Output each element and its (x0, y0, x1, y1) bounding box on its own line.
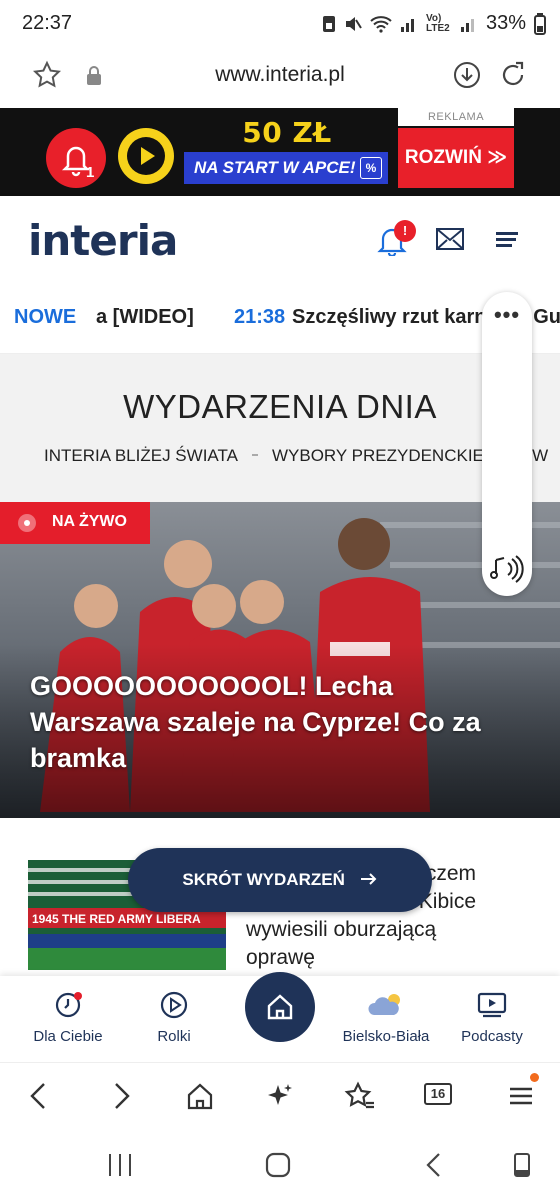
ticker-item[interactable]: a [WIDEO] (96, 306, 194, 329)
arrow-right-icon (360, 873, 377, 885)
browser-toolbar: 16 (0, 1062, 560, 1132)
side-panel[interactable]: ••• (482, 292, 532, 596)
keyboard-toggle-icon[interactable] (512, 1152, 532, 1178)
status-time: 22:37 (22, 12, 73, 34)
news-ticker[interactable]: NOWE a [WIDEO] 21:38 Szczęśliwy rzut kar… (0, 286, 560, 354)
topic-tag[interactable]: WYBORY PREZYDENCKIE 2 (272, 446, 498, 466)
events-summary-label: SKRÓT WYDARZEŃ (182, 870, 345, 889)
back-icon[interactable] (28, 1081, 50, 1111)
nav-label: Dla Ciebie (33, 1028, 103, 1045)
mute-icon (345, 16, 362, 31)
bell-icon (61, 146, 91, 177)
hamburger-menu-icon[interactable] (496, 230, 520, 248)
nav-item-weather[interactable]: Bielsko-Biała (330, 990, 442, 1045)
tabs-icon[interactable]: 16 (424, 1083, 452, 1105)
nav-label: Rolki (157, 1028, 191, 1045)
section-title: WYDARZENIA DNIA (123, 388, 437, 425)
reload-icon[interactable] (498, 60, 528, 90)
weather-icon (368, 994, 400, 1015)
live-dot-icon (18, 514, 36, 532)
mail-icon[interactable] (436, 228, 464, 250)
network-label: Vo) LTE2 (425, 12, 450, 34)
update-dot (530, 1073, 539, 1082)
nav-label: Podcasty (461, 1028, 523, 1045)
ad-banner[interactable]: 1 50 ZŁ RABATU NA START W APCE! % REKLAM… (0, 108, 560, 196)
nav-label: Bielsko-Biała (342, 1028, 430, 1045)
ad-label: REKLAMA (398, 108, 514, 126)
ad-bell-count: 1 (86, 164, 95, 181)
recents-icon[interactable] (106, 1152, 134, 1178)
signal-icon (460, 18, 474, 32)
signal-icon (400, 18, 414, 32)
audio-read-icon[interactable] (490, 554, 524, 584)
ad-subline-text: NA START W APCE! (194, 158, 356, 177)
browser-url-bar: www.interia.pl (0, 50, 560, 108)
events-summary-button[interactable]: SKRÓT WYDARZEŃ (128, 848, 432, 912)
play-icon (160, 991, 188, 1019)
percent-icon: % (360, 157, 382, 179)
ticker-time: 21:38 (234, 306, 286, 328)
live-badge: NA ŻYWO (0, 502, 150, 544)
battery-icon (534, 12, 546, 35)
topic-tag[interactable]: INTERIA BLIŻEJ ŚWIATA (44, 446, 238, 466)
sim-icon (322, 15, 335, 32)
more-options-icon[interactable]: ••• (482, 302, 532, 328)
clock-icon (55, 992, 82, 1018)
nav-item-rolki[interactable]: Rolki (118, 990, 230, 1045)
site-header: interia ! (0, 196, 560, 286)
events-section: WYDARZENIA DNIA INTERIA BLIŻEJ ŚWIATA WYB… (0, 354, 560, 502)
ticker-label: NOWE (14, 306, 83, 329)
nav-item-home[interactable] (245, 972, 315, 1042)
system-nav-bar (0, 1132, 560, 1200)
nav-item-podcasty[interactable]: Podcasty (436, 990, 548, 1045)
bookmarks-icon[interactable] (344, 1081, 376, 1111)
download-icon[interactable] (452, 60, 482, 90)
thumb-banner-text: 1945 THE RED ARMY LIBERA (32, 912, 201, 926)
notification-badge: ! (394, 220, 416, 242)
podcast-icon (477, 992, 507, 1018)
interia-logo[interactable]: interia (28, 216, 178, 265)
tag-separator (251, 454, 258, 456)
home-icon (267, 994, 293, 1020)
nav-item-dla-ciebie[interactable]: Dla Ciebie (12, 990, 124, 1045)
home-icon[interactable] (186, 1081, 214, 1111)
ad-play-circle (118, 128, 174, 184)
article-title-line: oprawę (246, 946, 315, 969)
topic-tag[interactable]: W (532, 446, 548, 466)
menu-icon[interactable] (508, 1081, 534, 1111)
battery-percent: 33% (485, 12, 526, 34)
topic-tags: INTERIA BLIŻEJ ŚWIATA WYBORY PREZYDENCKIE… (44, 446, 548, 466)
wifi-icon (370, 15, 392, 33)
sparkle-icon[interactable] (266, 1081, 294, 1111)
status-bar: 22:37 Vo) LTE2 33% (0, 0, 560, 50)
live-label: NA ŻYWO (52, 513, 127, 530)
status-icons: Vo) LTE2 33% (322, 12, 546, 35)
ad-expand-button[interactable]: ROZWIŃ ≫ (398, 128, 514, 188)
ad-bell (46, 128, 106, 188)
back-button-icon[interactable] (424, 1152, 444, 1178)
article-title-line: wywiesili oburzającą (246, 918, 437, 941)
home-button-icon[interactable] (264, 1152, 292, 1178)
forward-icon[interactable] (110, 1081, 132, 1111)
hero-title[interactable]: GOOOOOOOOOOOL! Lecha Warszawa szaleje na… (30, 668, 530, 776)
play-icon (127, 137, 165, 175)
ad-subline: NA START W APCE! % (184, 152, 388, 184)
